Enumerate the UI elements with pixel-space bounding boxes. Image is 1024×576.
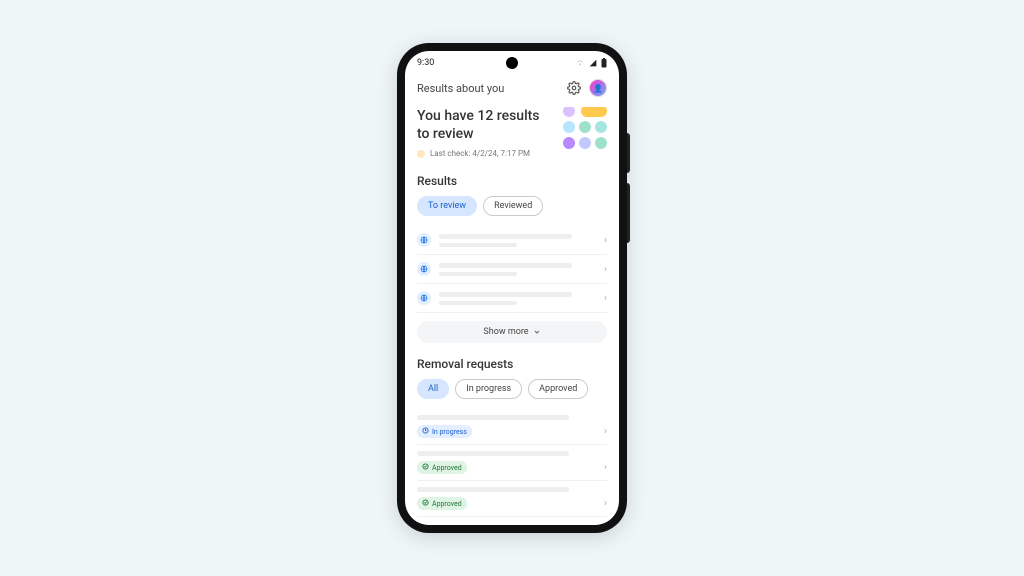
decor-dot xyxy=(563,107,575,117)
status-badge: In progress xyxy=(417,425,472,438)
result-body xyxy=(439,292,596,305)
check-circle-icon xyxy=(422,499,429,508)
request-skeleton xyxy=(417,487,569,492)
request-skeleton xyxy=(417,451,569,456)
removal-filter-chips: All In progress Approved xyxy=(417,379,607,399)
globe-icon xyxy=(417,291,431,305)
removal-chip-in-progress[interactable]: In progress xyxy=(455,379,522,399)
removal-chip-approved[interactable]: Approved xyxy=(528,379,588,399)
decorative-dots xyxy=(563,107,607,149)
chevron-right-icon: › xyxy=(604,235,607,246)
clock-icon xyxy=(422,427,429,436)
check-circle-icon xyxy=(422,463,429,472)
gear-icon[interactable] xyxy=(567,81,581,95)
chevron-right-icon: › xyxy=(604,426,607,437)
chevron-right-icon: › xyxy=(604,264,607,275)
show-more-button[interactable]: Show more xyxy=(417,321,607,343)
chevron-right-icon: › xyxy=(604,293,607,304)
phone-frame: 9:30 Results about you 👤 You have 12 res… xyxy=(397,43,627,533)
signal-icon xyxy=(588,59,598,67)
phone-side-button xyxy=(627,183,630,243)
result-body xyxy=(439,234,596,247)
result-row[interactable]: › xyxy=(417,255,607,284)
globe-icon xyxy=(417,233,431,247)
phone-side-button xyxy=(627,133,630,173)
chevron-right-icon: › xyxy=(604,462,607,473)
show-more-label: Show more xyxy=(483,327,528,337)
removal-chip-all[interactable]: All xyxy=(417,379,449,399)
page-header: Results about you 👤 xyxy=(405,75,619,107)
results-chip-reviewed[interactable]: Reviewed xyxy=(483,196,543,216)
results-chip-to-review[interactable]: To review xyxy=(417,196,477,216)
decor-dot xyxy=(595,137,607,149)
avatar[interactable]: 👤 xyxy=(589,79,607,97)
results-section: Results To review Reviewed › › › Show mor… xyxy=(417,174,607,343)
result-row[interactable]: › xyxy=(417,226,607,255)
decor-dot xyxy=(563,121,575,133)
status-badge-label: In progress xyxy=(432,428,467,436)
status-badge-label: Approved xyxy=(432,500,462,508)
status-dot-icon xyxy=(417,150,425,158)
decor-dot xyxy=(579,137,591,149)
hero-title: You have 12 results to review xyxy=(417,107,547,143)
removal-row[interactable]: In progress › xyxy=(417,409,607,445)
removal-title: Removal requests xyxy=(417,357,607,371)
removal-row[interactable]: Approved › xyxy=(417,481,607,517)
last-check: Last check: 4/2/24, 7:17 PM xyxy=(417,149,607,158)
removal-row[interactable]: Approved › xyxy=(417,445,607,481)
results-title: Results xyxy=(417,174,607,188)
wifi-icon xyxy=(575,59,585,67)
hero-section: You have 12 results to review Last check… xyxy=(417,107,607,158)
results-filter-chips: To review Reviewed xyxy=(417,196,607,216)
decor-dot xyxy=(581,107,607,117)
chevron-right-icon: › xyxy=(604,498,607,509)
chevron-down-icon xyxy=(533,328,541,336)
status-badge: Approved xyxy=(417,461,467,474)
status-badge-label: Approved xyxy=(432,464,462,472)
status-time: 9:30 xyxy=(417,58,434,68)
last-check-text: Last check: 4/2/24, 7:17 PM xyxy=(430,149,530,158)
front-camera xyxy=(506,57,518,69)
status-badge: Approved xyxy=(417,497,467,510)
removal-requests-section: Removal requests All In progress Approved … xyxy=(417,357,607,517)
decor-dot xyxy=(595,121,607,133)
result-row[interactable]: › xyxy=(417,284,607,313)
battery-icon xyxy=(601,58,607,68)
result-body xyxy=(439,263,596,276)
decor-dot xyxy=(563,137,575,149)
decor-dot xyxy=(579,121,591,133)
phone-screen: 9:30 Results about you 👤 You have 12 res… xyxy=(405,51,619,525)
request-skeleton xyxy=(417,415,569,420)
page-title: Results about you xyxy=(417,82,504,95)
globe-icon xyxy=(417,262,431,276)
